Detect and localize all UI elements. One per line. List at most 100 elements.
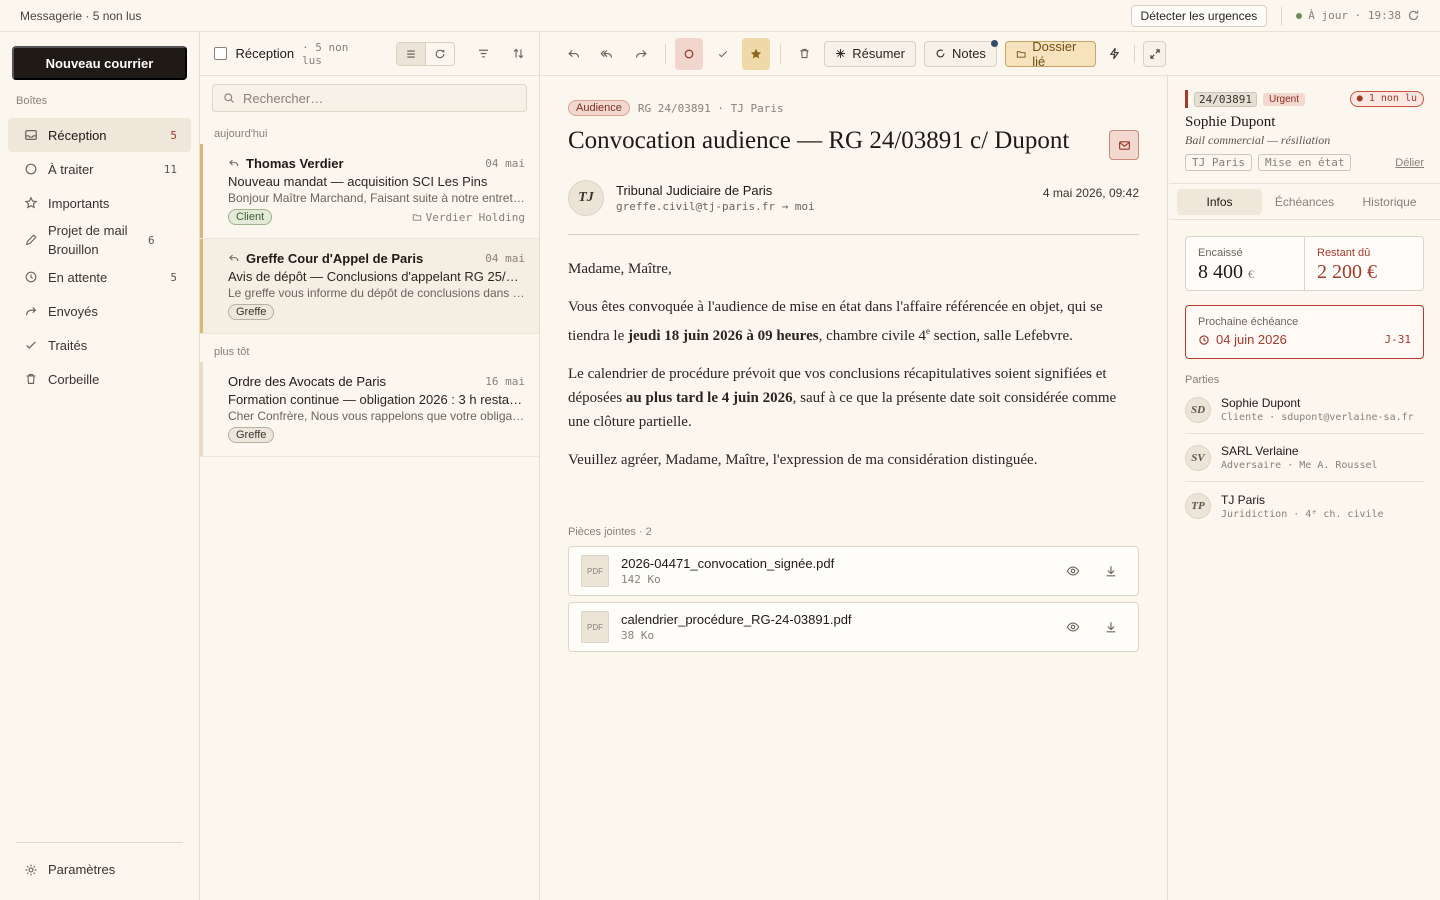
list-view-button[interactable]: [396, 42, 426, 65]
eye-icon[interactable]: [1066, 564, 1080, 578]
message-sender: Thomas Verdier: [246, 155, 344, 171]
folder-icon: [1016, 50, 1026, 58]
message-subject: Formation continue — obligation 2026 : 3…: [228, 392, 525, 407]
list-item[interactable]: Ordre des Avocats de Paris 16 mai Format…: [200, 362, 539, 457]
star-icon: [24, 196, 48, 210]
due-amount: 2 200 €: [1317, 261, 1377, 283]
sidebar-item-label: Corbeille: [48, 371, 100, 387]
party-item[interactable]: SD Sophie Dupont Cliente · sdupont@verla…: [1185, 386, 1424, 434]
message-text: Madame, Maître, Vous êtes convoquée à l'…: [568, 257, 1139, 472]
due-label: Restant dû: [1317, 247, 1371, 259]
tab-infos[interactable]: Infos: [1177, 189, 1262, 215]
sync-status: À jour · 19:38: [1296, 9, 1420, 22]
closing: Veuillez agréer, Madame, Maître, l'expre…: [568, 452, 1038, 468]
sidebar-item-count: 5: [170, 128, 177, 142]
sidebar: Nouveau courrier Boîtes Réception 5 À tr…: [0, 32, 200, 900]
paragraph: Le calendrier de procédure prévoit que v…: [568, 362, 1139, 434]
detect-urgencies-button[interactable]: Détecter les urgences: [1130, 4, 1268, 27]
attachment-item[interactable]: PDF 2026-04471_convocation_signée.pdf 14…: [568, 546, 1139, 596]
party-name: SARL Verlaine: [1221, 444, 1299, 458]
quick-action-button[interactable]: [1104, 41, 1127, 67]
search-input[interactable]: Rechercher…: [212, 84, 527, 112]
list-item[interactable]: Greffe Cour d'Appel de Paris 04 mai Avis…: [200, 239, 539, 334]
sidebar-item-to-process[interactable]: À traiter 11: [8, 152, 191, 186]
party-name: TJ Paris: [1221, 492, 1266, 507]
deadline-countdown: J-31: [1384, 333, 1412, 346]
sidebar-item-processed[interactable]: Traités: [8, 328, 191, 362]
list-item[interactable]: Thomas Verdier 04 mai Nouveau mandat — a…: [200, 144, 539, 239]
mark-to-process-button[interactable]: [675, 37, 703, 70]
summarize-button[interactable]: Résumer: [824, 40, 916, 67]
message-folder-name: Verdier Holding: [425, 210, 525, 224]
message-subject: Nouveau mandat — acquisition SCI Les Pin…: [228, 174, 488, 189]
expand-button[interactable]: [1143, 40, 1167, 67]
divider: [1169, 219, 1440, 220]
delete-button[interactable]: [791, 38, 819, 70]
forward-button[interactable]: [627, 38, 655, 70]
party-detail: Adversaire · Me A. Roussel: [1221, 460, 1378, 471]
parties-list: SD Sophie Dupont Cliente · sdupont@verla…: [1169, 386, 1440, 530]
download-icon[interactable]: [1104, 620, 1118, 634]
sidebar-item-drafts[interactable]: Projet de mail Brouillon 6: [8, 220, 191, 260]
circle-icon: [936, 49, 945, 58]
compose-button[interactable]: Nouveau courrier: [12, 46, 187, 80]
sidebar-item-sent[interactable]: Envoyés: [8, 294, 191, 328]
filter-icon: [479, 49, 488, 58]
divider: [779, 43, 781, 64]
notes-button[interactable]: Notes: [923, 39, 998, 67]
reply-button[interactable]: [560, 38, 588, 70]
star-button[interactable]: [742, 37, 770, 70]
message-list-header: Réception · 5 non lus: [200, 32, 539, 76]
forward-icon: [635, 49, 647, 57]
window-title: Messagerie · 5 non lus: [20, 8, 142, 23]
summarize-label: Résumer: [852, 46, 905, 61]
message-folder-link[interactable]: Verdier Holding: [412, 211, 525, 224]
settings-button[interactable]: Paramètres: [24, 862, 115, 877]
sort-button[interactable]: [512, 47, 525, 60]
sidebar-item-label: Importants: [48, 195, 110, 211]
sparkle-icon: [836, 49, 846, 58]
message-tag: Greffe: [228, 304, 275, 320]
message-list-pane: Réception · 5 non lus Rechercher… aujour…: [200, 32, 540, 900]
deadline-label: Prochaine échéance: [1198, 316, 1299, 328]
next-deadline-card[interactable]: Prochaine échéance 04 juin 2026 J-31: [1185, 305, 1424, 359]
cashed-block: Encaissé 8 400 €: [1186, 237, 1304, 290]
refresh-icon[interactable]: [1407, 9, 1420, 22]
sidebar-item-important[interactable]: Importants: [8, 186, 191, 220]
filter-button[interactable]: [477, 47, 490, 60]
linked-folder-button[interactable]: Dossier lié: [1004, 39, 1096, 69]
circle-icon: [684, 49, 694, 58]
expand-icon: [1149, 48, 1160, 59]
view-toggle: [395, 41, 455, 66]
eye-icon[interactable]: [1066, 620, 1080, 634]
thread-view-button[interactable]: [425, 42, 454, 65]
message-date: 16 mai: [485, 374, 525, 388]
message-preview: Cher Confrère, Nous vous rappelons que v…: [228, 409, 525, 423]
download-icon[interactable]: [1104, 564, 1118, 578]
case-panel: 24/03891 Urgent ● 1 non lu Sophie Dupont…: [1169, 76, 1440, 900]
party-item[interactable]: TP TJ Paris Juridiction · 4ᵉ ch. civile: [1185, 482, 1424, 530]
sidebar-item-inbox[interactable]: Réception 5: [8, 118, 191, 152]
hearing-date: jeudi 18 juin 2026 à 09 heures: [627, 328, 819, 344]
divider: [16, 842, 183, 843]
check-icon: [718, 50, 727, 57]
sidebar-item-pending[interactable]: En attente 5: [8, 260, 191, 294]
unlink-link[interactable]: Délier: [1395, 157, 1424, 169]
sidebar-item-trash[interactable]: Corbeille: [8, 362, 191, 396]
select-all-checkbox[interactable]: [214, 47, 227, 60]
tab-deadlines[interactable]: Échéances: [1262, 189, 1347, 215]
mark-done-button[interactable]: [709, 38, 737, 70]
stage-chip: Mise en état: [1257, 154, 1352, 171]
tab-history[interactable]: Historique: [1347, 189, 1432, 215]
sync-status-text: À jour · 19:38: [1308, 9, 1401, 22]
reply-all-button[interactable]: [594, 38, 622, 70]
attachment-size: 38 Ko: [621, 629, 655, 642]
list-group-label: aujourd'hui: [214, 128, 268, 140]
attachment-name: 2026-04471_convocation_signée.pdf: [621, 556, 835, 571]
mark-unread-button[interactable]: [1109, 130, 1139, 160]
party-item[interactable]: SV SARL Verlaine Adversaire · Me A. Rous…: [1185, 434, 1424, 482]
sender-name: Tribunal Judiciaire de Paris: [616, 183, 773, 198]
forward-arrow-icon: [24, 304, 48, 318]
search-icon: [223, 92, 235, 104]
attachment-item[interactable]: PDF calendrier_procédure_RG-24-03891.pdf…: [568, 602, 1139, 652]
